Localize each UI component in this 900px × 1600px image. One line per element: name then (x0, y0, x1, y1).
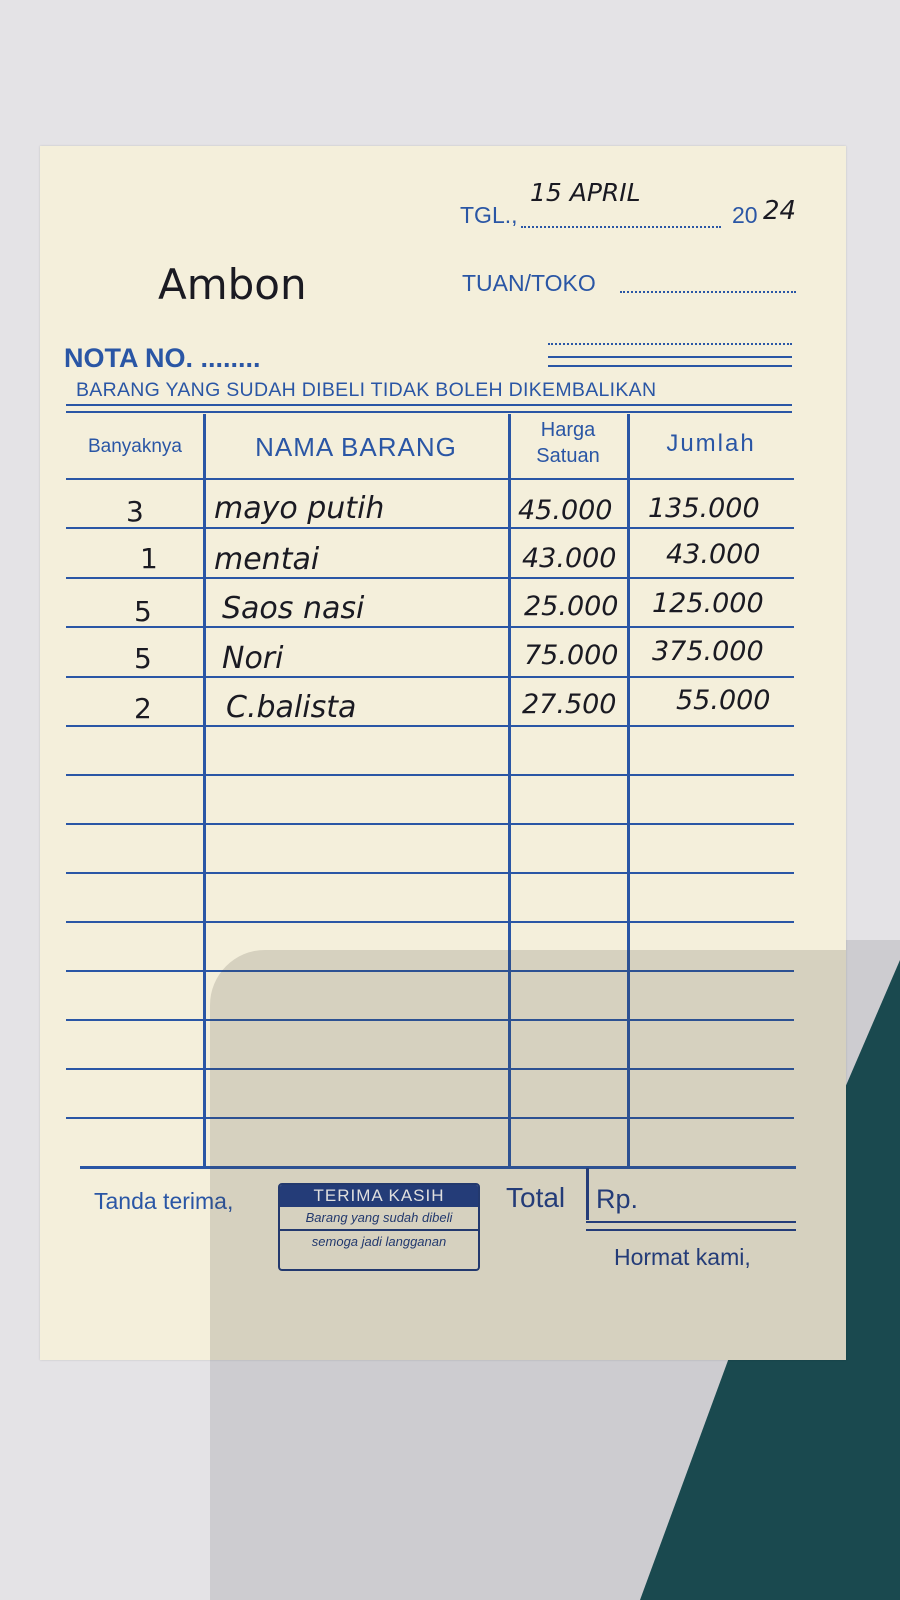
nota-double-line-2 (548, 365, 792, 367)
row-line (66, 1068, 794, 1070)
row-5-amount: 55.000 (676, 685, 771, 716)
notice-line-top (66, 404, 792, 406)
nota-double-line-1 (548, 356, 792, 358)
row-2-price: 43.000 (522, 543, 617, 574)
row-line (66, 478, 794, 480)
row-4-name: Nori (222, 641, 284, 676)
row-3-qty: 5 (134, 595, 152, 628)
thank-you-stamp: TERIMA KASIH Barang yang sudah dibeli se… (278, 1183, 480, 1271)
stamp-title: TERIMA KASIH (280, 1185, 478, 1207)
column-header-price-1: Harga (540, 419, 596, 441)
row-line (66, 626, 794, 628)
row-5-price: 27.500 (522, 689, 617, 720)
total-label: Total (506, 1182, 566, 1213)
row-3-amount: 125.000 (652, 588, 764, 619)
tuan-toko-label: TUAN/TOKO (462, 270, 596, 296)
row-line (66, 1117, 794, 1119)
row-line (66, 872, 794, 874)
tuan-toko-dotline (620, 291, 796, 293)
total-line-2 (586, 1229, 796, 1231)
row-2-qty: 1 (140, 542, 158, 575)
column-header-price-2: Satuan (536, 445, 600, 467)
row-4-amount: 375.000 (652, 636, 764, 667)
row-1-qty: 3 (126, 495, 144, 528)
nota-dotline (548, 343, 792, 345)
year-prefix: 20 (732, 202, 758, 228)
column-header-amount: Jumlah (666, 430, 756, 457)
tanda-terima-label: Tanda terima, (94, 1188, 234, 1214)
row-line (66, 527, 794, 529)
rp-label: Rp. (596, 1184, 639, 1214)
row-2-name: mentai (214, 542, 320, 577)
total-line-1 (586, 1221, 796, 1223)
no-return-notice: BARANG YANG SUDAH DIBELI TIDAK BOLEH DIK… (76, 379, 657, 401)
stamp-line-1: Barang yang sudah dibeli (305, 1210, 453, 1225)
row-line (66, 823, 794, 825)
tgl-label: TGL., (460, 202, 518, 228)
row-5-qty: 2 (134, 692, 152, 725)
row-line (66, 921, 794, 923)
row-line (66, 970, 794, 972)
row-5-name: C.balista (226, 690, 357, 725)
stamp-line-2: semoga jadi langganan (311, 1234, 447, 1249)
row-2-amount: 43.000 (666, 539, 761, 570)
date-handwritten: 15 APRIL (530, 178, 641, 207)
notice-line-bottom (66, 411, 792, 413)
city-handwritten: Ambon (158, 260, 307, 309)
row-line (66, 577, 794, 579)
row-3-price: 25.000 (524, 591, 619, 622)
row-line (66, 1019, 794, 1021)
column-header-name: NAMA BARANG (255, 432, 457, 462)
row-4-qty: 5 (134, 642, 152, 675)
row-1-amount: 135.000 (648, 493, 760, 524)
row-line (66, 725, 794, 727)
row-4-price: 75.000 (524, 640, 619, 671)
row-1-price: 45.000 (518, 495, 613, 526)
row-1-name: mayo putih (214, 491, 385, 526)
hormat-kami-label: Hormat kami, (614, 1244, 751, 1270)
row-line (66, 774, 794, 776)
year-suffix-handwritten: 24 (763, 196, 797, 226)
date-dotline (521, 226, 721, 228)
nota-no-label: NOTA NO. ........ (64, 343, 261, 373)
receipt-paper (40, 146, 846, 1360)
column-header-qty: Banyaknya (87, 436, 182, 457)
row-3-name: Saos nasi (222, 591, 365, 626)
row-line (66, 676, 794, 678)
table-bottom-line (80, 1166, 796, 1169)
total-divider (586, 1168, 589, 1220)
